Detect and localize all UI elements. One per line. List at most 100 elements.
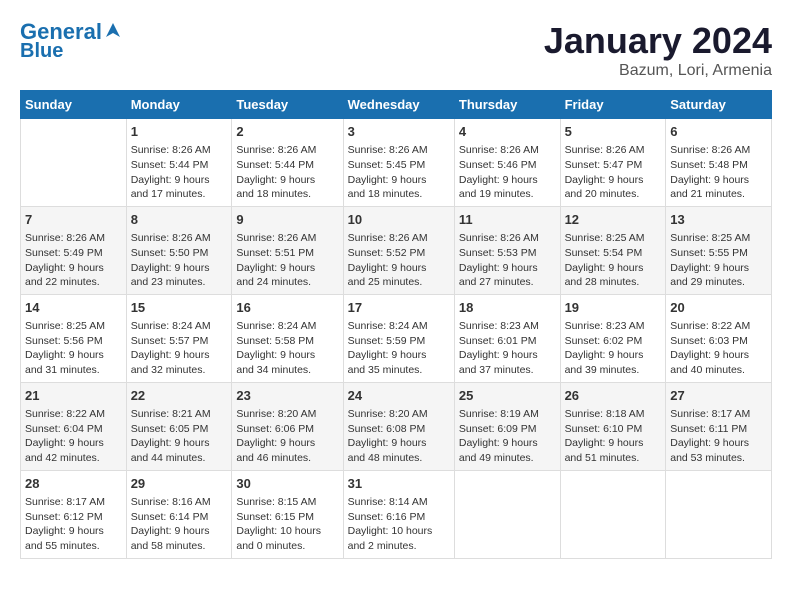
calendar-cell (666, 470, 772, 558)
day-number: 4 (459, 123, 556, 141)
calendar-cell: 4Sunrise: 8:26 AM Sunset: 5:46 PM Daylig… (454, 119, 560, 207)
month-title: January 2024 (544, 20, 772, 62)
week-row-3: 14Sunrise: 8:25 AM Sunset: 5:56 PM Dayli… (21, 294, 772, 382)
page-header: General Blue January 2024 Bazum, Lori, A… (20, 20, 772, 80)
calendar-cell: 28 Sunrise: 8:17 AM Sunset: 6:12 PM Dayli… (21, 470, 127, 558)
calendar-cell: 14Sunrise: 8:25 AM Sunset: 5:56 PM Dayli… (21, 294, 127, 382)
calendar-cell: 29Sunrise: 8:16 AM Sunset: 6:14 PM Dayli… (126, 470, 232, 558)
day-number: 6 (670, 123, 767, 141)
day-number: 21 (25, 387, 122, 405)
logo-text-blue: Blue (20, 40, 63, 62)
day-content: Sunrise: 8:26 AM Sunset: 5:51 PM Dayligh… (236, 231, 338, 290)
day-number: 7 (25, 211, 122, 229)
day-content: Sunrise: 8:24 AM Sunset: 5:59 PM Dayligh… (348, 319, 450, 378)
week-row-1: 1 Sunrise: 8:26 AM Sunset: 5:44 PM Daylig… (21, 119, 772, 207)
column-header-thursday: Thursday (454, 91, 560, 119)
column-header-saturday: Saturday (666, 91, 772, 119)
logo-bird-icon (104, 21, 122, 39)
calendar-cell: 5 Sunrise: 8:26 AM Sunset: 5:47 PM Daylig… (560, 119, 666, 207)
day-number: 12 (565, 211, 662, 229)
day-number: 15 (131, 299, 228, 317)
day-number: 19 (565, 299, 662, 317)
day-number: 22 (131, 387, 228, 405)
day-number: 3 (348, 123, 450, 141)
calendar-cell: 19 Sunrise: 8:23 AM Sunset: 6:02 PM Dayli… (560, 294, 666, 382)
day-content: Sunrise: 8:26 AM Sunset: 5:45 PM Dayligh… (348, 143, 450, 202)
calendar-cell: 1Sunrise: 8:26 AM Sunset: 5:44 PM Daylig… (126, 119, 232, 207)
day-number: 30 (236, 475, 338, 493)
day-content: Sunrise: 8:14 AM Sunset: 6:16 PM Dayligh… (348, 495, 450, 554)
day-number: 5 (565, 123, 662, 141)
calendar-cell: 26Sunrise: 8:18 AM Sunset: 6:10 PM Dayli… (560, 382, 666, 470)
calendar-cell: 20 Sunrise: 8:22 AM Sunset: 6:03 PM Dayli… (666, 294, 772, 382)
day-content: Sunrise: 8:25 AM Sunset: 5:56 PM Dayligh… (25, 319, 122, 378)
day-number: 27 (670, 387, 767, 405)
calendar-cell: 6Sunrise: 8:26 AM Sunset: 5:48 PM Daylig… (666, 119, 772, 207)
calendar-cell: 23 Sunrise: 8:20 AM Sunset: 6:06 PM Dayli… (232, 382, 343, 470)
day-number: 1 (131, 123, 228, 141)
day-content: Sunrise: 8:26 AM Sunset: 5:49 PM Dayligh… (25, 231, 122, 290)
day-content: Sunrise: 8:26 AM Sunset: 5:50 PM Dayligh… (131, 231, 228, 290)
title-block: January 2024 Bazum, Lori, Armenia (544, 20, 772, 80)
day-content: Sunrise: 8:22 AM Sunset: 6:04 PM Dayligh… (25, 407, 122, 466)
day-content: Sunrise: 8:22 AM Sunset: 6:03 PM Dayligh… (670, 319, 767, 378)
day-number: 28 (25, 475, 122, 493)
calendar-cell (454, 470, 560, 558)
calendar-cell: 10Sunrise: 8:26 AM Sunset: 5:52 PM Dayli… (343, 206, 454, 294)
week-row-4: 21 Sunrise: 8:22 AM Sunset: 6:04 PM Dayli… (21, 382, 772, 470)
day-number: 8 (131, 211, 228, 229)
calendar-cell: 25 Sunrise: 8:19 AM Sunset: 6:09 PM Dayli… (454, 382, 560, 470)
calendar-cell: 17 Sunrise: 8:24 AM Sunset: 5:59 PM Dayli… (343, 294, 454, 382)
calendar-cell: 7 Sunrise: 8:26 AM Sunset: 5:49 PM Daylig… (21, 206, 127, 294)
day-content: Sunrise: 8:19 AM Sunset: 6:09 PM Dayligh… (459, 407, 556, 466)
day-number: 23 (236, 387, 338, 405)
day-content: Sunrise: 8:20 AM Sunset: 6:08 PM Dayligh… (348, 407, 450, 466)
column-header-monday: Monday (126, 91, 232, 119)
day-number: 31 (348, 475, 450, 493)
logo: General Blue (20, 20, 122, 62)
calendar-cell: 16 Sunrise: 8:24 AM Sunset: 5:58 PM Dayli… (232, 294, 343, 382)
calendar-cell: 24 Sunrise: 8:20 AM Sunset: 6:08 PM Dayli… (343, 382, 454, 470)
day-number: 20 (670, 299, 767, 317)
week-row-5: 28 Sunrise: 8:17 AM Sunset: 6:12 PM Dayli… (21, 470, 772, 558)
day-number: 25 (459, 387, 556, 405)
day-number: 17 (348, 299, 450, 317)
day-content: Sunrise: 8:26 AM Sunset: 5:47 PM Dayligh… (565, 143, 662, 202)
day-number: 29 (131, 475, 228, 493)
calendar-cell: 21 Sunrise: 8:22 AM Sunset: 6:04 PM Dayli… (21, 382, 127, 470)
day-content: Sunrise: 8:17 AM Sunset: 6:12 PM Dayligh… (25, 495, 122, 554)
day-content: Sunrise: 8:23 AM Sunset: 6:02 PM Dayligh… (565, 319, 662, 378)
calendar-cell: 9Sunrise: 8:26 AM Sunset: 5:51 PM Daylig… (232, 206, 343, 294)
day-content: Sunrise: 8:24 AM Sunset: 5:58 PM Dayligh… (236, 319, 338, 378)
calendar-cell: 12 Sunrise: 8:25 AM Sunset: 5:54 PM Dayli… (560, 206, 666, 294)
calendar-cell: 11Sunrise: 8:26 AM Sunset: 5:53 PM Dayli… (454, 206, 560, 294)
calendar-cell: 15 Sunrise: 8:24 AM Sunset: 5:57 PM Dayli… (126, 294, 232, 382)
calendar-cell (560, 470, 666, 558)
calendar-cell: 3 Sunrise: 8:26 AM Sunset: 5:45 PM Daylig… (343, 119, 454, 207)
column-header-sunday: Sunday (21, 91, 127, 119)
calendar-cell: 8 Sunrise: 8:26 AM Sunset: 5:50 PM Daylig… (126, 206, 232, 294)
day-number: 13 (670, 211, 767, 229)
day-content: Sunrise: 8:26 AM Sunset: 5:44 PM Dayligh… (236, 143, 338, 202)
column-header-wednesday: Wednesday (343, 91, 454, 119)
calendar-cell: 18Sunrise: 8:23 AM Sunset: 6:01 PM Dayli… (454, 294, 560, 382)
calendar-cell: 2 Sunrise: 8:26 AM Sunset: 5:44 PM Daylig… (232, 119, 343, 207)
day-content: Sunrise: 8:15 AM Sunset: 6:15 PM Dayligh… (236, 495, 338, 554)
column-header-tuesday: Tuesday (232, 91, 343, 119)
calendar-header-row: SundayMondayTuesdayWednesdayThursdayFrid… (21, 91, 772, 119)
day-content: Sunrise: 8:23 AM Sunset: 6:01 PM Dayligh… (459, 319, 556, 378)
calendar-table: SundayMondayTuesdayWednesdayThursdayFrid… (20, 90, 772, 559)
day-content: Sunrise: 8:20 AM Sunset: 6:06 PM Dayligh… (236, 407, 338, 466)
day-number: 10 (348, 211, 450, 229)
day-content: Sunrise: 8:21 AM Sunset: 6:05 PM Dayligh… (131, 407, 228, 466)
column-header-friday: Friday (560, 91, 666, 119)
day-number: 16 (236, 299, 338, 317)
day-number: 2 (236, 123, 338, 141)
calendar-cell: 22 Sunrise: 8:21 AM Sunset: 6:05 PM Dayli… (126, 382, 232, 470)
calendar-cell: 30 Sunrise: 8:15 AM Sunset: 6:15 PM Dayli… (232, 470, 343, 558)
calendar-cell: 13Sunrise: 8:25 AM Sunset: 5:55 PM Dayli… (666, 206, 772, 294)
day-content: Sunrise: 8:24 AM Sunset: 5:57 PM Dayligh… (131, 319, 228, 378)
day-content: Sunrise: 8:26 AM Sunset: 5:53 PM Dayligh… (459, 231, 556, 290)
day-content: Sunrise: 8:25 AM Sunset: 5:54 PM Dayligh… (565, 231, 662, 290)
day-number: 24 (348, 387, 450, 405)
